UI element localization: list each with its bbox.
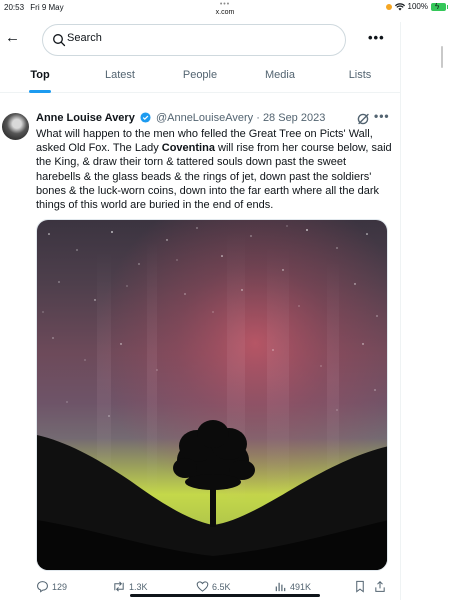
tab-top[interactable]: Top — [0, 60, 80, 93]
back-arrow-icon[interactable]: ← — [5, 30, 20, 46]
share-icon — [375, 580, 385, 592]
repost-icon — [114, 581, 124, 592]
scrollbar[interactable] — [441, 46, 443, 68]
author-handle[interactable]: @AnneLouiseAvery — [156, 112, 253, 124]
tab-people[interactable]: People — [160, 60, 240, 92]
tweet-date[interactable]: · 28 Sep 2023 — [256, 112, 325, 124]
tweet-photo[interactable] — [36, 219, 388, 571]
author-name[interactable]: Anne Louise Avery — [36, 112, 135, 124]
like-icon — [196, 581, 209, 592]
tweet-header: Anne Louise Avery @AnneLouiseAvery · 28 … — [36, 112, 325, 125]
tab-top-label: Top — [30, 69, 50, 81]
tab-lists-label: Lists — [348, 69, 372, 81]
status-bar: 20:53 Fri 9 May ••• x.com 100% ϟ — [0, 0, 450, 22]
repost-button[interactable]: 1.3K — [112, 580, 148, 593]
tab-latest[interactable]: Latest — [80, 60, 160, 92]
status-center: ••• x.com — [0, 1, 450, 18]
battery-icon: ϟ — [431, 2, 448, 11]
views-icon — [275, 582, 286, 592]
like-count: 6.5K — [212, 581, 231, 592]
recording-indicator-icon — [385, 3, 392, 10]
like-button[interactable]: 6.5K — [196, 580, 231, 593]
battery-percent: 100% — [407, 2, 428, 11]
page-url: x.com — [215, 9, 235, 16]
avatar[interactable] — [2, 113, 29, 140]
column-divider — [400, 22, 401, 600]
tweet-text-bold: Coventina — [161, 142, 215, 155]
tweet-text: What will happen to the men who felled t… — [36, 127, 393, 212]
multitask-dots-icon[interactable]: ••• — [0, 1, 450, 8]
verified-icon — [140, 112, 151, 123]
share-button[interactable] — [374, 580, 386, 593]
status-right: 100% ϟ — [385, 2, 448, 11]
bookmark-icon — [356, 580, 364, 593]
views-button[interactable]: 491K — [274, 580, 311, 593]
reply-button[interactable]: 129 — [36, 580, 67, 593]
reply-icon — [37, 581, 48, 593]
tab-lists[interactable]: Lists — [320, 60, 400, 92]
tweet-more-icon[interactable]: ••• — [374, 109, 390, 123]
search-box[interactable] — [42, 24, 346, 56]
aurora-tree-image — [37, 220, 387, 570]
more-icon[interactable]: ••• — [368, 30, 385, 45]
search-icon — [53, 34, 66, 47]
home-indicator[interactable] — [130, 594, 320, 597]
active-tab-indicator — [29, 90, 51, 93]
search-header: ← ••• — [0, 22, 400, 58]
reply-count: 129 — [52, 581, 68, 592]
tab-media[interactable]: Media — [240, 60, 320, 92]
search-input[interactable] — [67, 32, 327, 44]
views-count: 491K — [290, 581, 312, 592]
bookmark-button[interactable] — [354, 580, 366, 593]
tab-latest-label: Latest — [105, 69, 135, 81]
wifi-icon — [394, 2, 405, 10]
grok-icon[interactable] — [356, 112, 370, 126]
search-tabs: Top Latest People Media Lists — [0, 60, 400, 93]
tab-people-label: People — [182, 69, 218, 81]
tab-media-label: Media — [265, 69, 295, 81]
repost-count: 1.3K — [129, 581, 148, 592]
